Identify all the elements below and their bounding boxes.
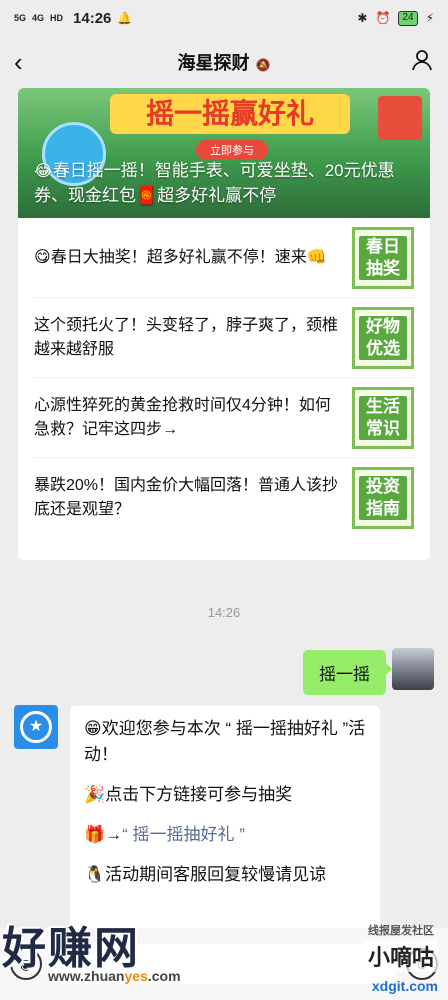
article-item-title: 暴跌20%！国内金价大幅回落！普通人该抄底还是观望？	[34, 477, 339, 518]
message-input[interactable]	[52, 944, 396, 984]
star-icon: ★	[20, 711, 52, 743]
alarm-icon: ⏰	[375, 11, 391, 25]
join-button[interactable]: 立即参与	[196, 140, 268, 160]
gift-box-image	[378, 96, 422, 140]
article-item-title: 😋春日大抽奖！超多好礼赢不停！速来👊	[34, 246, 352, 270]
thumbnail-label: 春日抽奖	[359, 235, 407, 280]
article-thumbnail: 投资指南	[352, 467, 414, 529]
title-bar: ‹ 海星探财 🔕	[0, 36, 448, 88]
article-item-title-text: 春日大抽奖！超多好礼赢不停！速来👊	[50, 248, 327, 266]
signal-5g: 5G	[14, 13, 27, 23]
thumbnail-label: 好物优选	[359, 315, 407, 360]
article-banner[interactable]: 摇一摇赢好礼 立即参与 😂春日摇一摇！智能手表、可爱坐垫、20元优惠券、现金红包…	[18, 88, 430, 218]
voice-icon[interactable]: ◉	[10, 948, 42, 980]
bluetooth-icon: ✱	[357, 11, 368, 25]
status-time: 14:26	[73, 9, 112, 27]
bell-muted-icon: 🔕	[255, 58, 271, 72]
chevron-left-icon[interactable]: ‹	[14, 47, 42, 78]
status-bar: 5G 4G HD 14:26 🔔 ✱ ⏰ 24 ⚡	[0, 0, 448, 36]
article-item[interactable]: 暴跌20%！国内金价大幅回落！普通人该抄底还是观望？ 投资指南	[34, 458, 414, 538]
article-thumbnail: 生活常识	[352, 386, 414, 449]
signal-4g: 4G	[32, 13, 45, 23]
user-avatar[interactable]	[392, 648, 434, 690]
article-item[interactable]: 😋春日大抽奖！超多好礼赢不停！速来👊 春日抽奖	[34, 218, 414, 298]
hd-badge: HD	[50, 13, 64, 23]
article-card: 摇一摇赢好礼 立即参与 😂春日摇一摇！智能手表、可爱坐垫、20元优惠券、现金红包…	[18, 88, 430, 560]
article-item-title: 这个颈托火了！头变轻了，脖子爽了，颈椎越来越舒服	[34, 316, 339, 358]
article-item[interactable]: 心源性猝死的黄金抢救时间仅4分钟！如何急救？记牢这四步→ 生活常识	[34, 378, 414, 458]
thumbnail-label: 投资指南	[359, 476, 407, 520]
banner-caption: 😂春日摇一摇！智能手表、可爱坐垫、20元优惠券、现金红包🧧超多好礼赢不停	[34, 159, 420, 208]
charging-icon: ⚡	[425, 11, 434, 25]
article-item-title: 心源性猝死的黄金抢救时间仅4分钟！如何急救？记牢这四步→	[34, 396, 331, 438]
emoji-icon[interactable]: ☺	[406, 948, 438, 980]
yum-emoji-icon: 😋	[34, 248, 51, 266]
message-line: 🎁→“ 摇一摇抽好礼 ”	[84, 822, 366, 848]
article-thumbnail: 好物优选	[352, 306, 414, 369]
thumbnail-label: 生活常识	[359, 395, 407, 440]
chat-title-text: 海星探财	[177, 53, 250, 73]
message-line: 😁欢迎您参与本次 “ 摇一摇抽好礼 ”活动！	[84, 719, 366, 764]
incoming-message[interactable]: 😁欢迎您参与本次 “ 摇一摇抽好礼 ”活动！ 🎉点击下方链接可参与抽奖 🎁→“ …	[70, 706, 380, 936]
grin-emoji-icon: 😂	[34, 163, 53, 180]
outgoing-message[interactable]: 摇一摇	[303, 650, 392, 695]
banner-headline: 摇一摇赢好礼	[110, 94, 350, 134]
article-item[interactable]: 这个颈托火了！头变轻了，脖子爽了，颈椎越来越舒服 好物优选	[34, 298, 414, 378]
chat-timestamp: 14:26	[207, 605, 241, 620]
article-thumbnail: 春日抽奖	[352, 226, 414, 289]
banner-caption-text: 春日摇一摇！智能手表、可爱坐垫、20元优惠券、现金红包🧧超多好礼赢不停	[34, 161, 395, 205]
message-line: 🐧活动期间客服回复较慢请见谅	[84, 865, 327, 884]
bot-avatar[interactable]: ★	[14, 705, 58, 749]
link-prefix: 🎁→	[84, 825, 123, 844]
notification-icon: 🔔	[117, 11, 133, 25]
message-line: 🎉点击下方链接可参与抽奖	[84, 785, 293, 804]
input-bar: ◉ ☺	[0, 928, 448, 1000]
lottery-link[interactable]: “ 摇一摇抽好礼 ”	[122, 825, 245, 844]
person-icon[interactable]	[406, 48, 434, 77]
chat-title: 海星探财 🔕	[42, 49, 406, 75]
battery-indicator: 24	[398, 10, 418, 26]
